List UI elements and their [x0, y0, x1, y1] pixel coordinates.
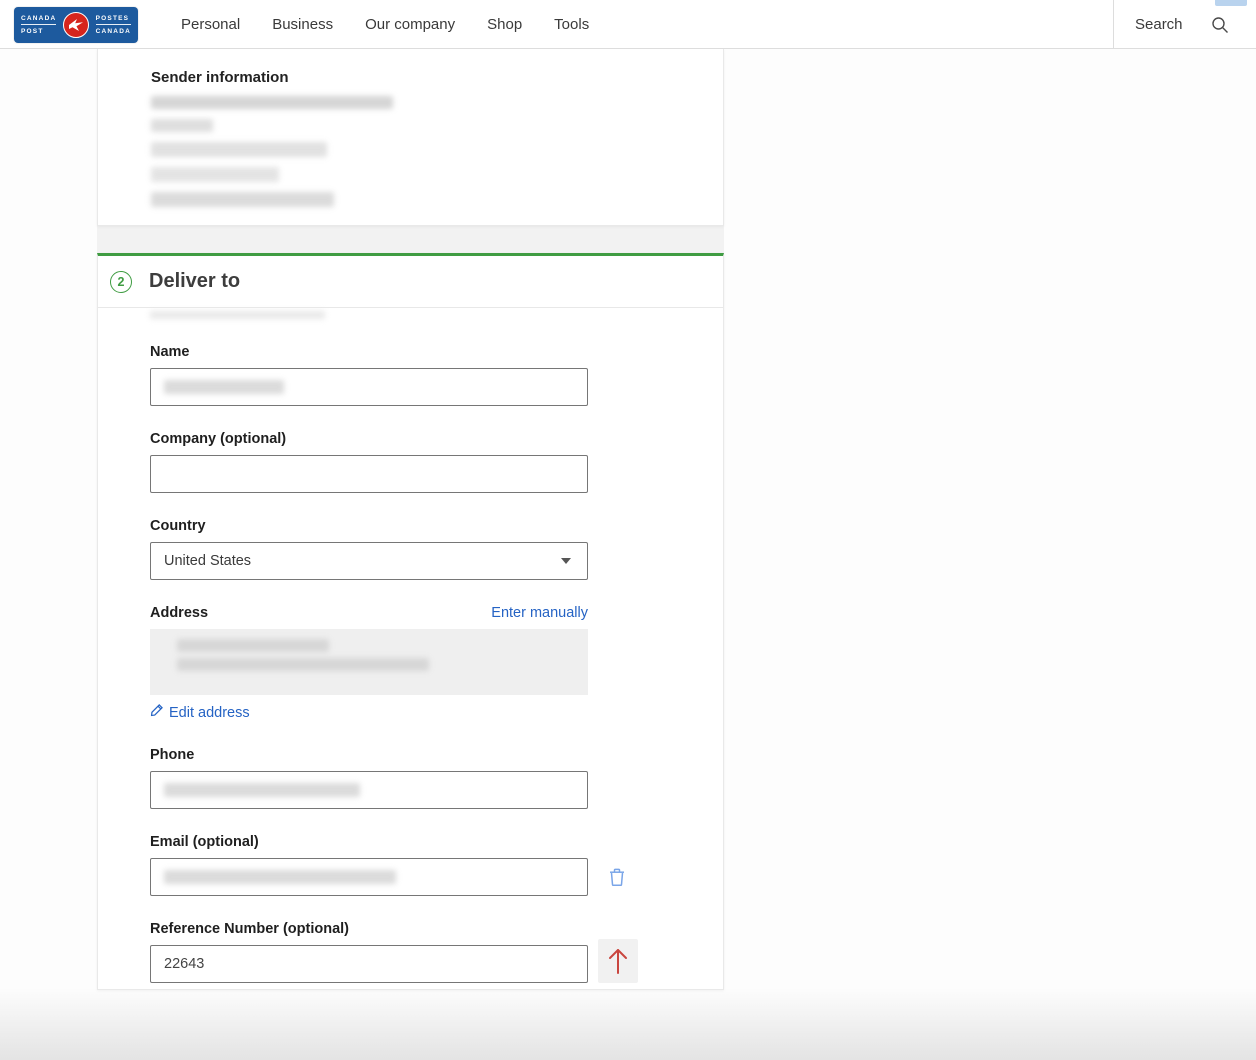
enter-manually-link[interactable]: Enter manually	[491, 605, 588, 621]
search-icon[interactable]	[1211, 16, 1229, 39]
redacted-text-line	[151, 167, 279, 182]
address-field-group: Address Enter manually Edit address	[150, 605, 588, 722]
reference-field-group: Reference Number (optional)	[150, 921, 588, 983]
search-link[interactable]: Search	[1135, 16, 1183, 33]
deliver-to-card: 2 Deliver to Name Company (optional)	[97, 253, 724, 990]
browser-artifact-bar	[1215, 0, 1247, 6]
sender-information-card: Sender information	[97, 49, 724, 226]
logo-word: CANADA	[96, 28, 131, 35]
reference-input[interactable]	[150, 945, 588, 983]
name-label: Name	[150, 344, 588, 360]
scroll-to-top-button[interactable]	[598, 939, 638, 983]
redacted-text-line	[177, 639, 329, 652]
logo-word: CANADA	[21, 15, 56, 25]
pencil-icon	[150, 703, 164, 722]
phone-input-wrap	[150, 771, 588, 809]
canada-post-wing-icon	[63, 12, 89, 38]
page-bottom-fade	[0, 988, 1256, 1060]
step-number-badge: 2	[110, 271, 132, 293]
country-label: Country	[150, 518, 588, 534]
delete-email-button[interactable]	[606, 867, 628, 889]
address-label: Address	[150, 605, 208, 621]
edit-address-row[interactable]: Edit address	[150, 703, 588, 722]
country-select[interactable]: United States	[150, 542, 588, 580]
name-input-wrap	[150, 368, 588, 406]
logo-word: POSTES	[96, 15, 131, 25]
logo-text-right: POSTES CANADA	[96, 15, 131, 35]
deliver-to-header: 2 Deliver to	[98, 256, 723, 308]
search-zone: Search	[1113, 0, 1256, 49]
redacted-text-line	[151, 96, 393, 109]
nav-item-shop[interactable]: Shop	[487, 16, 522, 33]
content-column: Sender information 2 Deliver to Name	[97, 49, 724, 990]
canada-post-logo[interactable]: CANADA POST POSTES CANADA	[14, 7, 138, 43]
main-nav: Personal Business Our company Shop Tools	[181, 0, 621, 49]
country-selected-value: United States	[164, 553, 251, 569]
reference-label: Reference Number (optional)	[150, 921, 588, 937]
deliver-to-title: Deliver to	[149, 270, 240, 293]
company-input[interactable]	[150, 455, 588, 493]
redacted-text-line	[151, 119, 213, 132]
address-display-box	[150, 629, 588, 695]
email-label: Email (optional)	[150, 834, 588, 850]
redacted-text-line	[151, 142, 327, 157]
logo-text-left: CANADA POST	[21, 15, 56, 35]
nav-item-business[interactable]: Business	[272, 16, 333, 33]
email-redacted-value	[164, 870, 396, 884]
sender-redacted-details	[151, 96, 683, 207]
deliver-to-form: Name Company (optional) Country United S…	[98, 311, 723, 983]
nav-item-personal[interactable]: Personal	[181, 16, 240, 33]
edit-address-link[interactable]: Edit address	[169, 705, 250, 721]
name-field-group: Name	[150, 344, 588, 406]
address-head-row: Address Enter manually	[150, 605, 588, 621]
redacted-text-line	[177, 658, 429, 671]
page: CANADA POST POSTES CANADA Personal Busin…	[0, 0, 1256, 1060]
company-field-group: Company (optional)	[150, 431, 588, 493]
phone-field-group: Phone	[150, 747, 588, 809]
nav-item-our-company[interactable]: Our company	[365, 16, 455, 33]
email-field-group: Email (optional)	[150, 834, 588, 896]
phone-redacted-value	[164, 783, 360, 797]
company-label: Company (optional)	[150, 431, 588, 447]
phone-label: Phone	[150, 747, 588, 763]
nav-item-tools[interactable]: Tools	[554, 16, 589, 33]
redacted-text-line	[151, 192, 334, 207]
logo-word: POST	[21, 28, 56, 35]
chevron-down-icon	[561, 558, 571, 564]
name-redacted-value	[164, 380, 284, 394]
redacted-smudge	[150, 311, 325, 319]
sender-information-title: Sender information	[151, 69, 683, 86]
country-field-group: Country United States	[150, 518, 588, 580]
email-input-wrap	[150, 858, 588, 896]
top-navigation-bar: CANADA POST POSTES CANADA Personal Busin…	[0, 0, 1256, 49]
